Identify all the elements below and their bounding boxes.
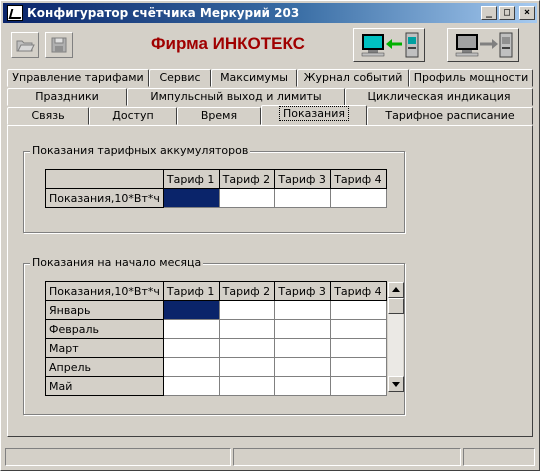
cell-tariff-2[interactable] bbox=[218, 357, 276, 377]
tab-connection[interactable]: Связь bbox=[7, 107, 89, 125]
close-button[interactable]: × bbox=[519, 6, 535, 20]
table-row: Апрель bbox=[45, 357, 387, 377]
app-icon bbox=[7, 5, 23, 21]
cell-tariff-4[interactable] bbox=[330, 188, 387, 208]
cell-tariff-2[interactable] bbox=[218, 188, 276, 208]
cell-tariff-1[interactable] bbox=[162, 338, 220, 358]
table-header-row: Показания,10*Вт*ч Тариф 1 Тариф 2 Тариф … bbox=[45, 281, 387, 301]
cell-tariff-3[interactable] bbox=[274, 376, 332, 396]
open-button[interactable] bbox=[11, 32, 39, 58]
open-folder-icon bbox=[16, 40, 35, 52]
column-header-tariff-4: Тариф 4 bbox=[330, 281, 387, 301]
column-header-tariff-3: Тариф 3 bbox=[274, 281, 332, 301]
save-button[interactable] bbox=[45, 32, 73, 58]
status-panel-1 bbox=[5, 448, 231, 466]
column-header-tariff-3: Тариф 3 bbox=[274, 169, 332, 189]
cell-tariff-3[interactable] bbox=[274, 319, 332, 339]
table-row: Март bbox=[45, 338, 387, 358]
cell-tariff-2[interactable] bbox=[218, 319, 276, 339]
tab-holidays[interactable]: Праздники bbox=[7, 88, 127, 106]
status-bar bbox=[5, 448, 535, 466]
tab-cyclic-display[interactable]: Циклическая индикация bbox=[345, 88, 533, 106]
tab-access[interactable]: Доступ bbox=[89, 107, 177, 125]
scroll-down-button[interactable] bbox=[388, 376, 404, 392]
status-panel-2 bbox=[233, 448, 461, 466]
cell-tariff-1[interactable] bbox=[162, 300, 220, 320]
cell-tariff-2[interactable] bbox=[218, 300, 276, 320]
row-header-month: Апрель bbox=[45, 357, 164, 377]
window-title: Конфигуратор счётчика Меркурий 203 bbox=[27, 6, 300, 20]
column-header-tariff-2: Тариф 2 bbox=[218, 169, 276, 189]
brand-label: Фирма ИНКОТЕКС bbox=[151, 34, 305, 53]
row-header-month: Январь bbox=[45, 300, 164, 320]
monthly-group-title: Показания на начало месяца bbox=[30, 256, 204, 269]
cell-tariff-4[interactable] bbox=[330, 376, 387, 396]
cell-tariff-1[interactable] bbox=[162, 188, 220, 208]
column-header-tariff-4: Тариф 4 bbox=[330, 169, 387, 189]
connect-button[interactable] bbox=[353, 28, 425, 62]
column-header-tariff-1: Тариф 1 bbox=[162, 281, 220, 301]
table-header-row: Тариф 1 Тариф 2 Тариф 3 Тариф 4 bbox=[45, 169, 387, 189]
tab-pulse-output-limits[interactable]: Импульсный выход и лимиты bbox=[127, 88, 345, 106]
tab-tariff-management[interactable]: Управление тарифами bbox=[7, 69, 149, 87]
minimize-button[interactable]: _ bbox=[481, 6, 497, 20]
maximize-button[interactable]: □ bbox=[499, 6, 515, 20]
row-header-month: Февраль bbox=[45, 319, 164, 339]
cell-tariff-4[interactable] bbox=[330, 338, 387, 358]
cell-tariff-3[interactable] bbox=[274, 188, 332, 208]
table-row: Январь bbox=[45, 300, 387, 320]
connect-icon bbox=[361, 32, 419, 58]
cell-tariff-3[interactable] bbox=[274, 357, 332, 377]
app-window: Конфигуратор счётчика Меркурий 203 _ □ ×… bbox=[0, 0, 540, 471]
title-bar[interactable]: Конфигуратор счётчика Меркурий 203 _ □ × bbox=[3, 3, 537, 23]
tab-maximums[interactable]: Максимумы bbox=[211, 69, 297, 87]
accumulators-table: Тариф 1 Тариф 2 Тариф 3 Тариф 4 Показани… bbox=[45, 169, 387, 208]
tab-readings[interactable]: Показания bbox=[261, 105, 367, 126]
table-row: Февраль bbox=[45, 319, 387, 339]
disconnect-button[interactable] bbox=[447, 28, 519, 62]
table-corner-cell bbox=[45, 169, 164, 189]
cell-tariff-4[interactable] bbox=[330, 357, 387, 377]
tab-event-log[interactable]: Журнал событий bbox=[297, 69, 409, 87]
column-header-readings: Показания,10*Вт*ч bbox=[45, 281, 164, 301]
monthly-table: Показания,10*Вт*ч Тариф 1 Тариф 2 Тариф … bbox=[45, 281, 387, 396]
row-header-month: Май bbox=[45, 376, 164, 396]
accumulators-group-title: Показания тарифных аккумуляторов bbox=[30, 144, 251, 157]
table-row: Май bbox=[45, 376, 387, 396]
cell-tariff-3[interactable] bbox=[274, 300, 332, 320]
cell-tariff-2[interactable] bbox=[218, 338, 276, 358]
cell-tariff-2[interactable] bbox=[218, 376, 276, 396]
row-header-month: Март bbox=[45, 338, 164, 358]
disconnect-icon bbox=[455, 32, 513, 58]
tab-power-profile[interactable]: Профиль мощности bbox=[409, 69, 533, 87]
cell-tariff-1[interactable] bbox=[162, 376, 220, 396]
column-header-tariff-1: Тариф 1 bbox=[162, 169, 220, 189]
row-header-readings: Показания,10*Вт*ч bbox=[45, 188, 164, 208]
cell-tariff-4[interactable] bbox=[330, 300, 387, 320]
tab-tariff-schedule[interactable]: Тарифное расписание bbox=[367, 107, 533, 125]
scroll-up-button[interactable] bbox=[388, 282, 404, 298]
save-disk-icon bbox=[51, 37, 67, 53]
arrow-up-icon bbox=[392, 287, 400, 292]
scroll-thumb[interactable] bbox=[388, 298, 404, 314]
arrow-down-icon bbox=[392, 382, 400, 387]
status-panel-3 bbox=[463, 448, 535, 466]
cell-tariff-4[interactable] bbox=[330, 319, 387, 339]
tab-time[interactable]: Время bbox=[177, 107, 261, 125]
tab-service[interactable]: Сервис bbox=[149, 69, 211, 87]
cell-tariff-3[interactable] bbox=[274, 338, 332, 358]
cell-tariff-1[interactable] bbox=[162, 319, 220, 339]
cell-tariff-1[interactable] bbox=[162, 357, 220, 377]
monthly-table-scrollbar[interactable] bbox=[387, 282, 404, 392]
table-row: Показания,10*Вт*ч bbox=[45, 188, 387, 208]
column-header-tariff-2: Тариф 2 bbox=[218, 281, 276, 301]
